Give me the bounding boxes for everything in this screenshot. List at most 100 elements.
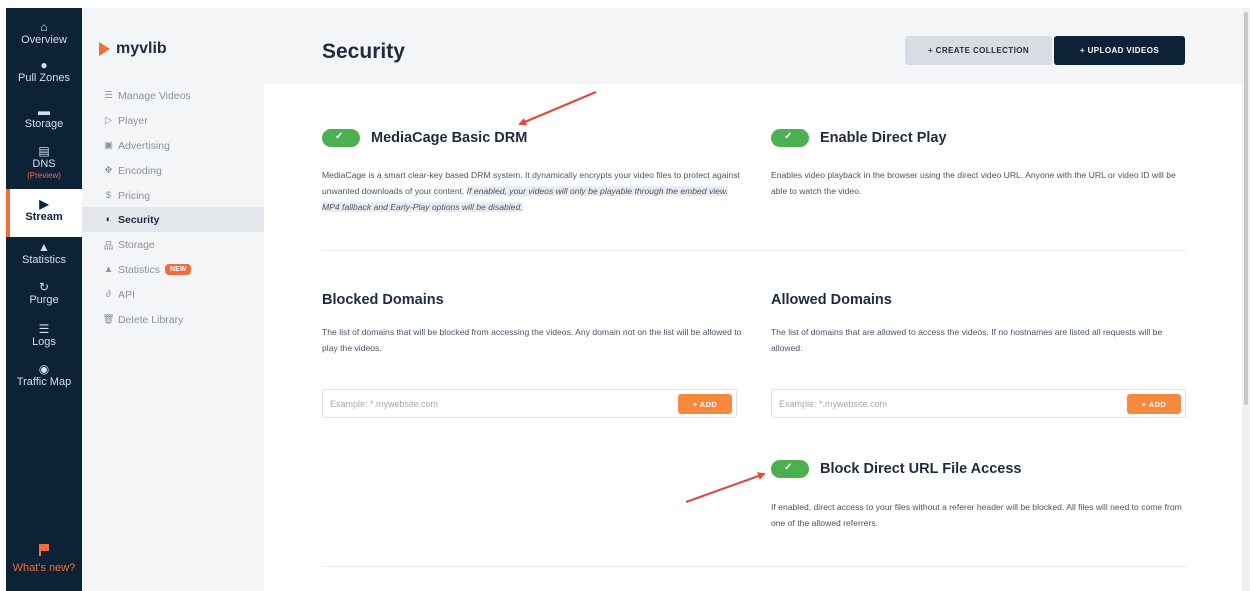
rail-item-label: Pull Zones [18,72,70,84]
link-icon: ∂ [106,289,111,300]
rail-item-traffic-map[interactable]: ◉ Traffic Map [6,362,82,389]
sidebar-item-api[interactable]: ∂ API [82,282,264,307]
library-logo-icon [99,42,110,56]
page-header: Security + CREATE COLLECTION + UPLOAD VI… [264,8,1242,84]
blocked-domains-description: The list of domains that will be blocked… [322,327,742,353]
sidebar-item-label: Delete Library [118,313,184,326]
map-pin-icon: ◉ [38,362,50,376]
blocked-domain-input[interactable] [330,396,670,412]
add-blocked-domain-button[interactable]: + ADD [678,394,732,414]
direct-play-description: Enables video playback in the browser us… [771,170,1176,196]
page-scrollbar[interactable] [1242,8,1250,591]
rail-item-label: Stream [25,211,63,223]
play-outline-icon: ▷ [104,115,113,126]
preview-label: (Preview) [27,171,61,180]
library-name: myvlib [116,40,167,57]
block-direct-url-toggle[interactable]: ✓ [771,460,809,478]
sidebar-item-security[interactable]: ◐ Security [82,207,264,232]
allowed-domain-field: + ADD [771,389,1186,418]
whats-new-link[interactable]: What's new? [6,544,82,574]
rail-item-label: Overview [21,34,67,46]
ad-icon: ▣ [104,140,113,151]
blocked-domains-title: Blocked Domains [322,292,444,308]
sidebar-item-statistics[interactable]: ▲ Statistics NEW [82,257,264,282]
rail-item-stream[interactable]: ▶ Stream [6,189,82,237]
drm-title: MediaCage Basic DRM [371,130,528,146]
section-divider [322,250,1186,251]
library-sidebar: myvlib ☰ Manage Videos ▷ Player ▣ Advert… [82,8,264,591]
location-pin-icon: ● [40,58,48,72]
list-icon: ☰ [104,90,113,101]
page-title: Security [322,40,405,63]
allowed-domains-title: Allowed Domains [771,292,892,308]
drm-toggle[interactable]: ✓ [322,129,360,147]
sidebar-item-label: Pricing [118,189,151,202]
blocked-domain-field: + ADD [322,389,737,418]
main-navigation-rail: ⌂ Overview ● Pull Zones ▬ Storage ▤ DNS … [6,8,82,591]
sidebar-item-player[interactable]: ▷ Player [82,108,264,133]
play-icon: ▶ [39,197,49,211]
drm-section: ✓ MediaCage Basic DRM MediaCage is a sma… [322,129,742,219]
sidebar-item-pricing[interactable]: $ Pricing [82,183,264,208]
direct-play-section: ✓ Enable Direct Play Enables video playb… [771,129,1191,219]
coin-icon: $ [105,190,112,201]
sitemap-icon: 品 [103,240,114,252]
chart-icon: ▲ [38,240,50,254]
rail-item-overview[interactable]: ⌂ Overview [6,20,82,47]
add-allowed-domain-button[interactable]: + ADD [1127,394,1181,414]
drive-icon: ▬ [38,104,50,118]
app-window: ⌂ Overview ● Pull Zones ▬ Storage ▤ DNS … [0,0,1250,591]
sidebar-item-label: Storage [118,238,155,251]
check-icon: ✓ [335,131,344,142]
sidebar-item-label: Advertising [118,139,170,152]
rail-item-label: Logs [32,336,56,348]
allowed-domains-section: Allowed Domains The list of domains that… [771,292,1191,422]
flag-icon [39,544,49,556]
block-direct-url-title: Block Direct URL File Access [820,461,1022,477]
rail-item-label: Statistics [21,254,66,266]
rail-item-dns[interactable]: ▤ DNS (Preview) [6,144,82,180]
scrollbar-thumb[interactable] [1244,12,1248,405]
trash-icon: 🗑 [102,314,115,325]
rail-item-pull-zones[interactable]: ● Pull Zones [6,58,82,85]
rail-item-label: DNS [32,158,56,170]
rail-item-logs[interactable]: ☰ Logs [6,322,82,349]
refresh-icon: ↻ [38,280,50,294]
chart-icon: ▲ [103,264,114,275]
check-icon: ✓ [784,131,793,142]
rail-item-statistics[interactable]: ▲ Statistics [6,240,82,267]
blocked-domains-section: Blocked Domains The list of domains that… [322,292,742,422]
sidebar-item-label: Manage Videos [118,89,191,102]
upload-videos-button[interactable]: + UPLOAD VIDEOS [1054,36,1185,65]
sidebar-item-encoding[interactable]: ✥ Encoding [82,158,264,183]
allowed-domains-description: The list of domains that are allowed to … [771,327,1163,353]
whats-new-label: What's new? [12,562,76,574]
sidebar-item-label: Security [118,213,160,226]
sidebar-item-advertising[interactable]: ▣ Advertising [82,133,264,158]
gears-icon: ✥ [104,165,113,176]
sidebar-item-label: API [118,288,135,301]
block-direct-url-section: ✓ Block Direct URL File Access If enable… [771,460,1191,550]
sidebar-item-delete-library[interactable]: 🗑 Delete Library [82,307,264,332]
main-content: Security + CREATE COLLECTION + UPLOAD VI… [264,8,1242,591]
direct-play-toggle[interactable]: ✓ [771,129,809,147]
list-icon: ☰ [38,322,50,336]
check-icon: ✓ [784,462,793,473]
allowed-domain-input[interactable] [779,396,1119,412]
sidebar-item-label: Encoding [118,164,162,177]
server-icon: ▤ [38,144,50,158]
rail-item-label: Purge [29,294,59,306]
sidebar-item-label: Statistics [118,263,161,276]
rail-item-purge[interactable]: ↻ Purge [6,280,82,307]
sidebar-item-storage[interactable]: 品 Storage [82,232,264,257]
sidebar-item-label: Player [118,114,148,127]
drm-description: MediaCage is a smart clear-key based DRM… [322,167,742,215]
block-direct-url-description: If enabled, direct access to your files … [771,502,1182,528]
rail-item-label: Traffic Map [16,376,72,388]
rail-item-storage[interactable]: ▬ Storage [6,104,82,131]
section-divider [322,566,1186,567]
sidebar-item-manage-videos[interactable]: ☰ Manage Videos [82,83,264,108]
create-collection-button[interactable]: + CREATE COLLECTION [905,36,1052,65]
new-badge: NEW [165,264,192,275]
direct-play-title: Enable Direct Play [820,130,947,146]
